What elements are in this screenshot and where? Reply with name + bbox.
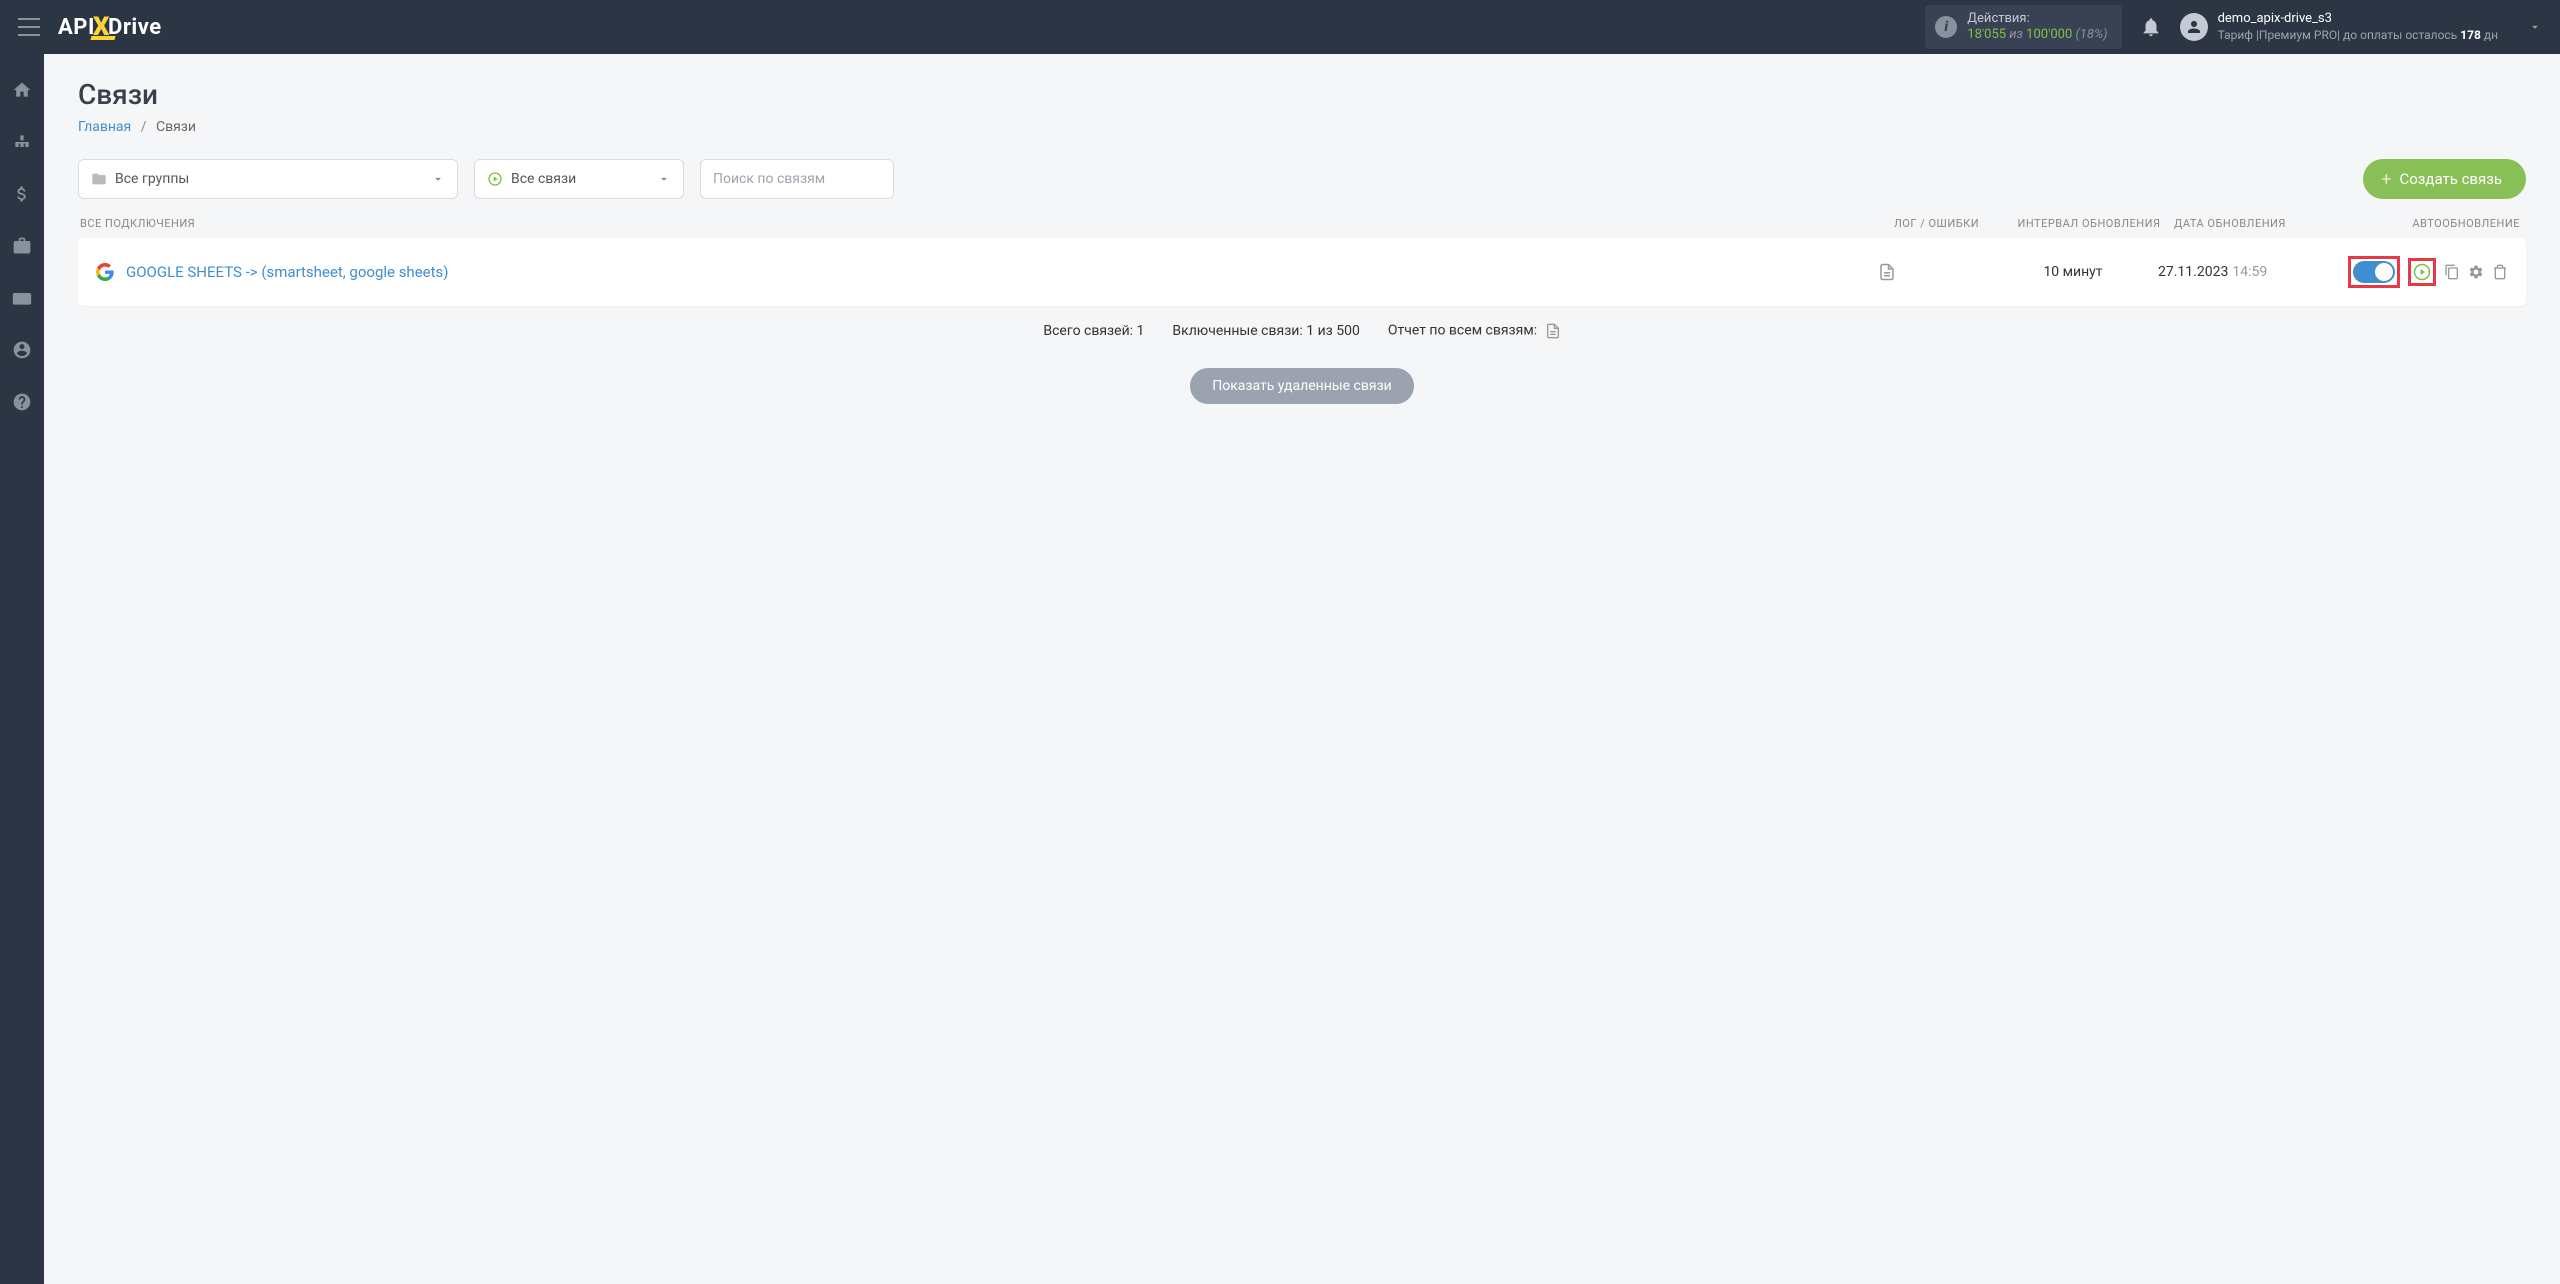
copy-icon[interactable] (2444, 264, 2460, 280)
main-content: Связи Главная / Связи Все группы Все свя… (44, 54, 2560, 1284)
user-icon (12, 340, 32, 360)
connections-label: Все связи (511, 171, 576, 187)
chevron-down-icon (2528, 20, 2542, 34)
info-icon: i (1935, 16, 1957, 38)
actions-of: из (2006, 27, 2026, 42)
filters-row: Все группы Все связи + Создать связь (78, 159, 2526, 199)
sidebar-item-account[interactable] (0, 332, 44, 368)
app-header: API X Drive i Действия: 18'055 из 100'00… (0, 0, 2560, 54)
sidebar-item-video[interactable] (0, 280, 44, 316)
summary-total: Всего связей: 1 (1043, 323, 1144, 339)
table-header: ВСЕ ПОДКЛЮЧЕНИЯ ЛОГ / ОШИБКИ ИНТЕРВАЛ ОБ… (78, 217, 2526, 238)
actions-usage-box[interactable]: i Действия: 18'055 из 100'000 (18%) (1925, 5, 2121, 48)
bell-icon[interactable] (2140, 16, 2162, 38)
logo-x-icon: X (93, 12, 110, 42)
plus-icon: + (2381, 169, 2391, 190)
row-interval-cell: 10 минут (1988, 264, 2158, 280)
sidebar (0, 54, 44, 1284)
show-deleted-button[interactable]: Показать удаленные связи (1190, 368, 1414, 404)
highlight-box (2348, 256, 2400, 288)
connections-select[interactable]: Все связи (474, 159, 684, 199)
summary-enabled: Включенные связи: 1 из 500 (1172, 323, 1359, 339)
user-name: demo_apix-drive_s3 (2218, 11, 2498, 28)
user-menu[interactable]: demo_apix-drive_s3 Тариф |Премиум PRO| д… (2180, 11, 2542, 43)
sidebar-item-billing[interactable] (0, 176, 44, 212)
col-date: ДАТА ОБНОВЛЕНИЯ (2174, 217, 2334, 230)
page-title: Связи (78, 78, 2526, 111)
connection-link[interactable]: GOOGLE SHEETS -> (smartsheet, google she… (126, 263, 448, 281)
col-log: ЛОГ / ОШИБКИ (1894, 217, 2004, 230)
gear-icon[interactable] (2468, 264, 2484, 280)
col-name: ВСЕ ПОДКЛЮЧЕНИЯ (80, 217, 1894, 230)
logo-text-api: API (58, 15, 95, 40)
run-now-button[interactable] (2413, 263, 2431, 281)
menu-toggle[interactable] (18, 18, 40, 36)
document-icon[interactable] (1878, 262, 1896, 282)
row-time: 14:59 (2232, 264, 2267, 280)
create-connection-button[interactable]: + Создать связь (2363, 159, 2526, 199)
avatar-icon (2180, 13, 2208, 41)
row-log-cell (1878, 262, 1988, 282)
google-icon (96, 263, 114, 281)
breadcrumb-home[interactable]: Главная (78, 119, 131, 135)
dollar-icon (12, 184, 32, 204)
row-date-cell: 27.11.202314:59 (2158, 264, 2318, 280)
summary-report: Отчет по всем связям: (1388, 322, 1561, 340)
home-icon (12, 80, 32, 100)
groups-label: Все группы (115, 171, 189, 187)
folder-icon (91, 171, 107, 187)
user-tariff: Тариф |Премиум PRO| до оплаты осталось 1… (2218, 28, 2498, 44)
row-date: 27.11.2023 (2158, 264, 2228, 280)
document-icon[interactable] (1545, 322, 1561, 340)
sidebar-item-connections[interactable] (0, 124, 44, 160)
summary-row: Всего связей: 1 Включенные связи: 1 из 5… (78, 322, 2526, 340)
col-auto: АВТООБНОВЛЕНИЕ (2334, 217, 2524, 230)
actions-usage-text: Действия: 18'055 из 100'000 (18%) (1967, 11, 2107, 42)
col-interval: ИНТЕРВАЛ ОБНОВЛЕНИЯ (2004, 217, 2174, 230)
trash-icon[interactable] (2492, 264, 2508, 280)
sidebar-item-work[interactable] (0, 228, 44, 264)
sidebar-item-home[interactable] (0, 72, 44, 108)
autoupdate-toggle[interactable] (2353, 261, 2395, 283)
search-input[interactable] (700, 159, 894, 199)
actions-count: 18'055 (1967, 27, 2006, 42)
sidebar-item-help[interactable] (0, 384, 44, 420)
logo-text-drive: Drive (108, 15, 162, 40)
create-label: Создать связь (2399, 170, 2502, 188)
play-circle-icon (487, 171, 503, 187)
groups-select[interactable]: Все группы (78, 159, 458, 199)
sitemap-icon (12, 132, 32, 152)
breadcrumb-current: Связи (156, 119, 196, 135)
actions-pct: (18%) (2072, 27, 2107, 42)
breadcrumb: Главная / Связи (78, 119, 2526, 135)
briefcase-icon (12, 236, 32, 256)
row-name-cell: GOOGLE SHEETS -> (smartsheet, google she… (96, 263, 1878, 281)
help-icon (12, 392, 32, 412)
table-row: GOOGLE SHEETS -> (smartsheet, google she… (78, 238, 2526, 306)
chevron-down-icon (431, 172, 445, 186)
highlight-box (2408, 258, 2436, 286)
breadcrumb-sep: / (141, 119, 147, 135)
youtube-icon (12, 288, 32, 308)
logo[interactable]: API X Drive (58, 12, 162, 42)
chevron-down-icon (657, 172, 671, 186)
row-actions (2318, 256, 2508, 288)
user-text: demo_apix-drive_s3 Тариф |Премиум PRO| д… (2218, 11, 2498, 43)
actions-label: Действия: (1967, 11, 2107, 27)
actions-total: 100'000 (2026, 27, 2072, 42)
